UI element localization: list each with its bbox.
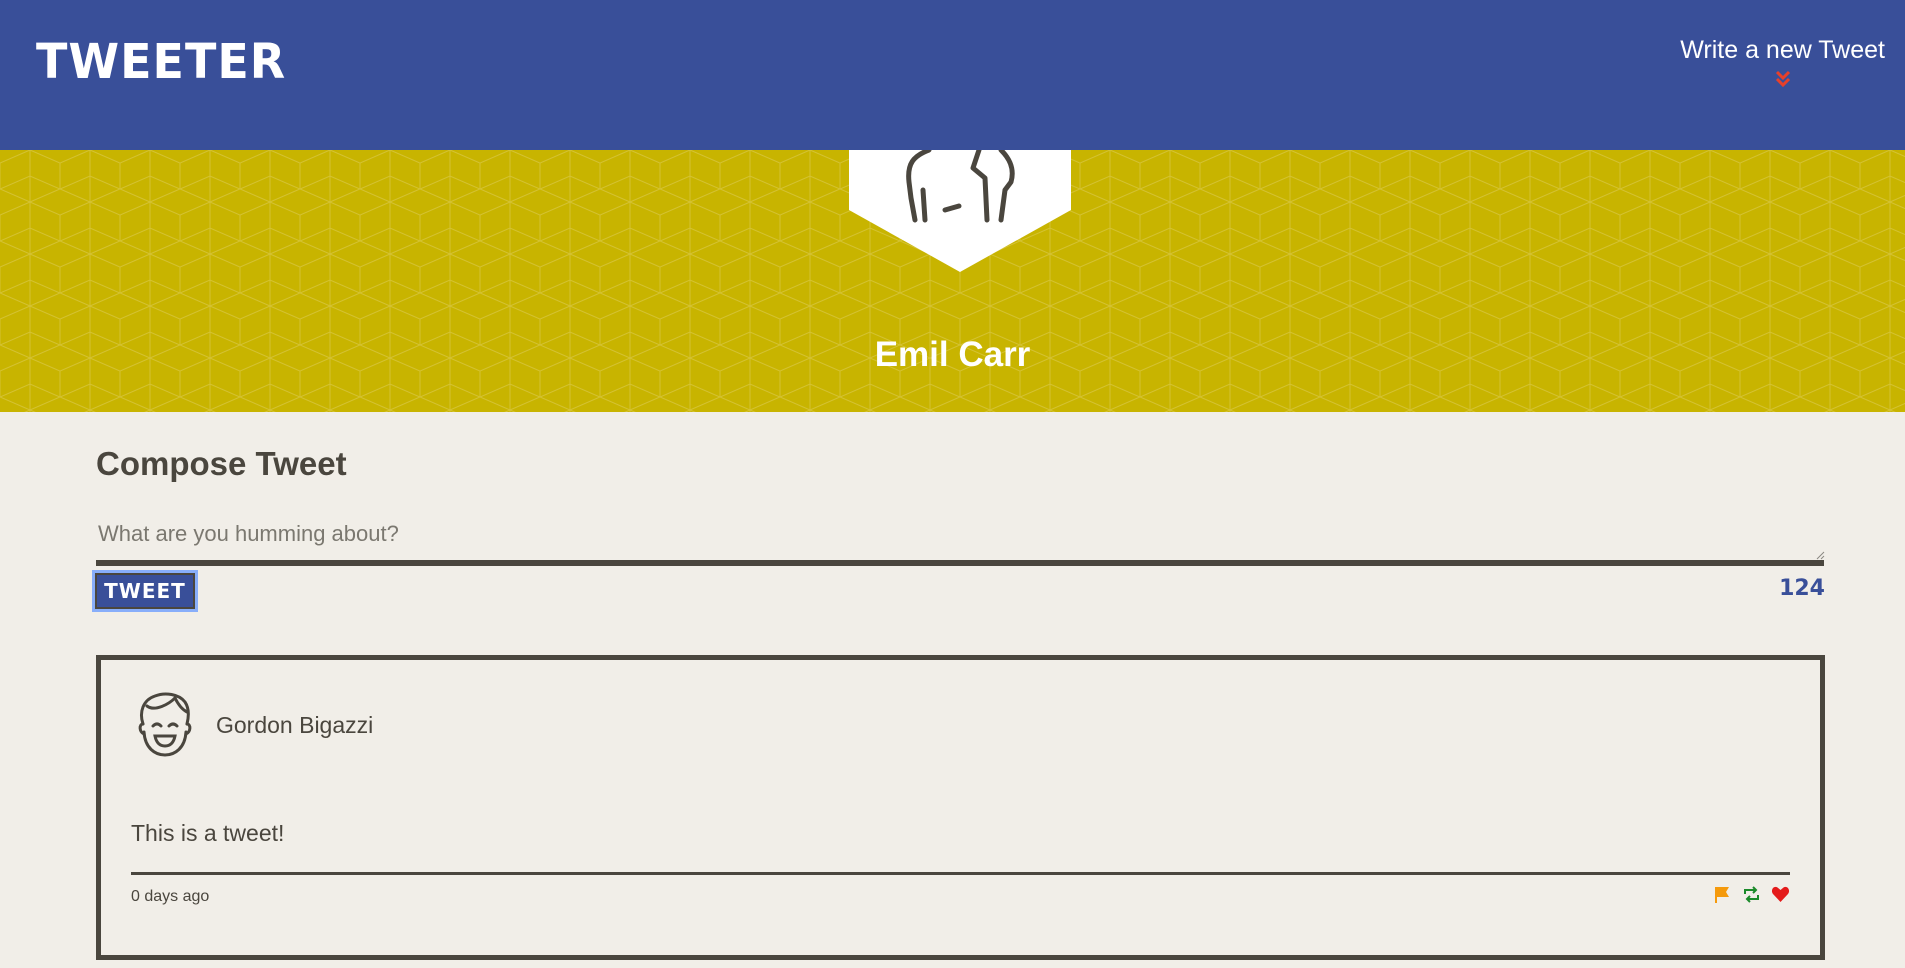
tweet-actions <box>1713 885 1790 904</box>
retweet-icon[interactable] <box>1742 885 1761 904</box>
top-navbar: TWEETER Write a new Tweet <box>0 0 1905 150</box>
heart-icon[interactable] <box>1771 885 1790 904</box>
character-counter: 124 <box>1779 576 1825 601</box>
textarea-resize-handle-icon[interactable] <box>1815 550 1825 560</box>
tweet-text-input[interactable] <box>96 515 1824 559</box>
tweet-submit-button[interactable]: TWEET <box>92 570 198 612</box>
tweet-body: This is a tweet! <box>131 820 285 846</box>
write-new-tweet-toggle[interactable]: Write a new Tweet <box>1680 36 1885 89</box>
double-chevron-down-icon <box>1775 70 1790 88</box>
profile-name: Emil Carr <box>874 335 1031 374</box>
flag-icon[interactable] <box>1713 885 1732 904</box>
tweet-author-name[interactable]: Gordon Bigazzi <box>216 712 373 739</box>
tweet-card: Gordon Bigazzi This is a tweet! 0 days a… <box>96 655 1825 960</box>
write-new-tweet-label: Write a new Tweet <box>1680 36 1885 64</box>
compose-title: Compose Tweet <box>96 445 347 482</box>
profile-avatar <box>849 150 1071 272</box>
app-logo[interactable]: TWEETER <box>36 33 286 90</box>
tweet-divider <box>131 872 1790 875</box>
smiling-face-avatar-icon <box>138 692 192 757</box>
tweet-timestamp: 0 days ago <box>131 888 210 905</box>
compose-underline <box>96 560 1824 566</box>
